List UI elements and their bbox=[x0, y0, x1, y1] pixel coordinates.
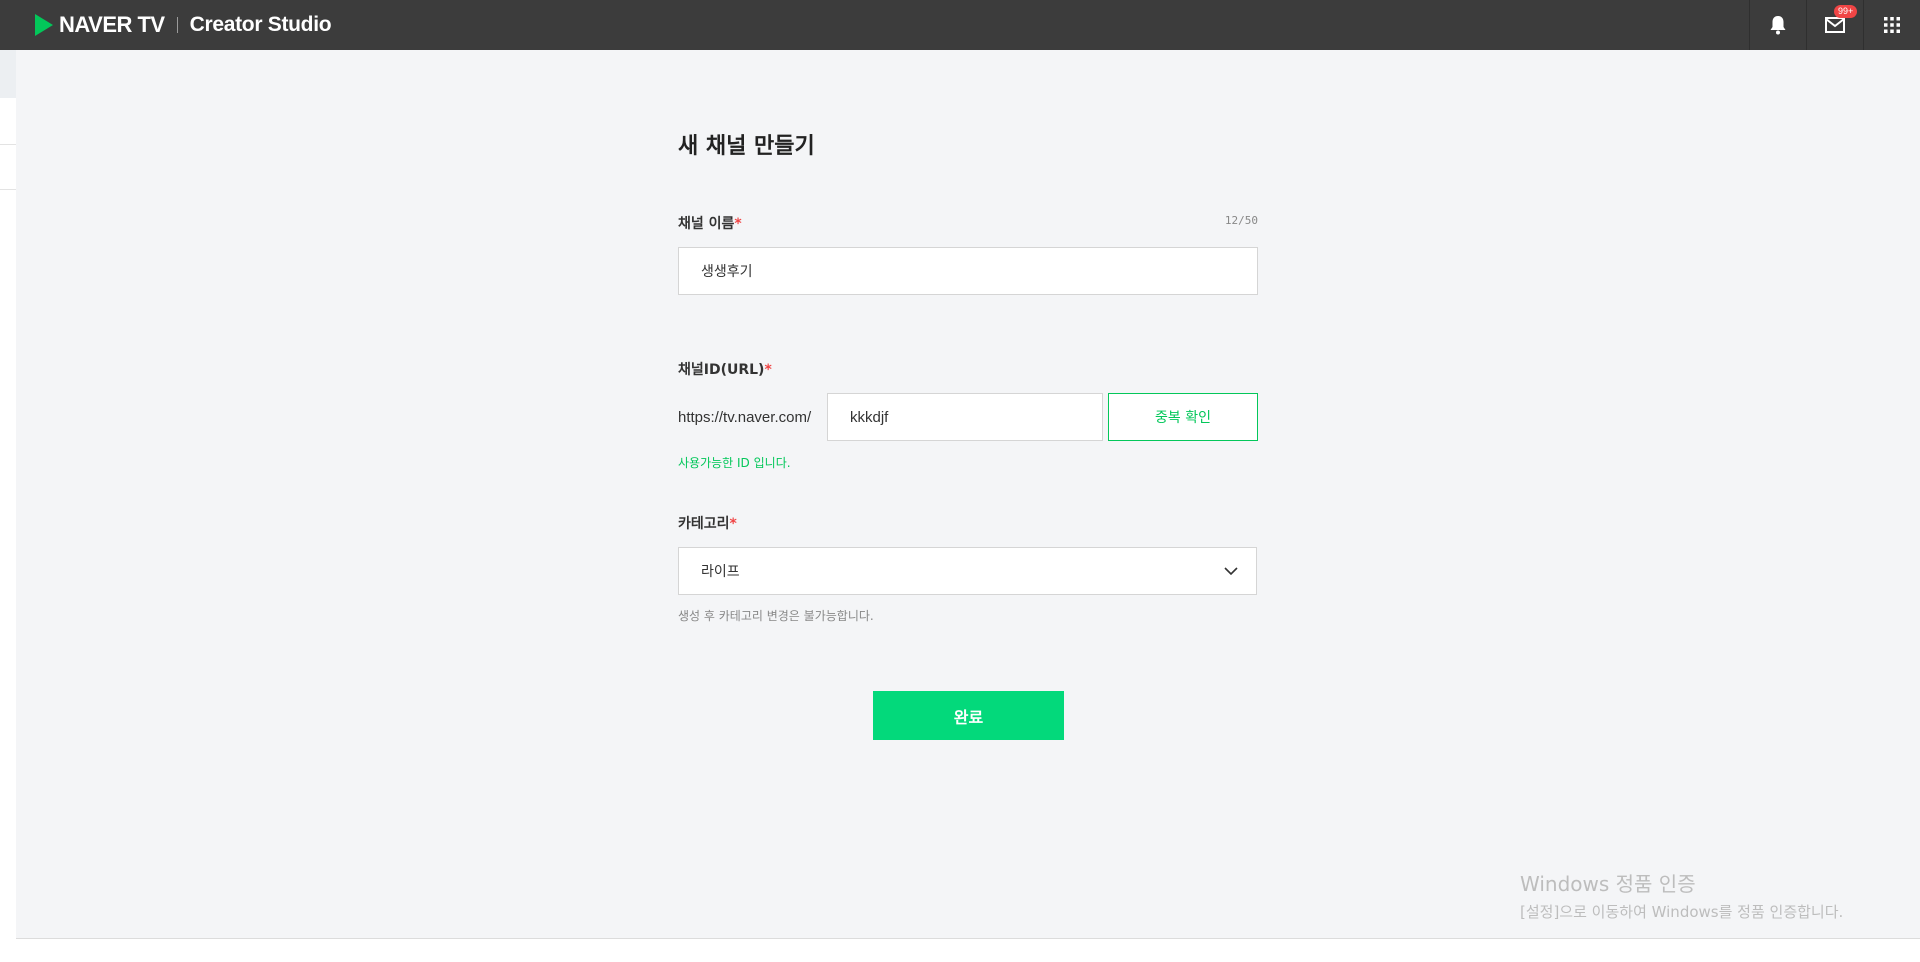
category-help-text: 생성 후 카테고리 변경은 불가능합니다. bbox=[678, 609, 874, 623]
channel-name-label: 채널 이름* bbox=[678, 213, 742, 233]
page-title: 새 채널 만들기 bbox=[678, 134, 815, 159]
channel-name-value: 생생후기 bbox=[701, 264, 753, 280]
required-mark: * bbox=[734, 216, 742, 232]
windows-activation-watermark: Windows 정품 인증 [설정]으로 이동하여 Windows를 정품 인증… bbox=[1520, 868, 1843, 922]
channel-name-input[interactable]: 생생후기 bbox=[678, 247, 1258, 295]
category-label-text: 카테고리 bbox=[678, 516, 730, 532]
top-bar: NAVER TV Creator Studio 99+ bbox=[0, 0, 1920, 50]
watermark-subtitle: [설정]으로 이동하여 Windows를 정품 인증합니다. bbox=[1520, 903, 1844, 921]
watermark-title: Windows 정품 인증 bbox=[1520, 872, 1696, 896]
duplicate-check-button[interactable]: 중복 확인 bbox=[1108, 393, 1258, 441]
chevron-down-icon bbox=[1224, 567, 1238, 576]
sidebar-divider bbox=[0, 189, 16, 190]
apps-menu-button[interactable] bbox=[1863, 0, 1920, 50]
category-selected-value: 라이프 bbox=[701, 564, 740, 580]
sidebar bbox=[0, 50, 16, 940]
brand-name: NAVER TV bbox=[59, 12, 165, 37]
id-available-message: 사용가능한 ID 입니다. bbox=[678, 456, 791, 470]
notifications-button[interactable] bbox=[1749, 0, 1806, 50]
channel-name-counter: 12/50 bbox=[1224, 214, 1258, 227]
main-content: 새 채널 만들기 채널 이름* 12/50 생생후기 채널ID(URL)* ht… bbox=[16, 50, 1920, 939]
channel-id-value: kkkdjf bbox=[850, 408, 889, 426]
channel-id-label-text: 채널ID(URL) bbox=[678, 362, 765, 378]
submit-button[interactable]: 완료 bbox=[873, 691, 1064, 740]
category-select[interactable]: 라이프 bbox=[678, 547, 1257, 595]
mail-icon bbox=[1825, 17, 1845, 33]
channel-id-input[interactable]: kkkdjf bbox=[827, 393, 1103, 441]
required-mark: * bbox=[764, 362, 772, 378]
bell-icon bbox=[1770, 16, 1786, 35]
play-logo-icon bbox=[35, 14, 53, 36]
sidebar-active-item[interactable] bbox=[0, 50, 16, 98]
mail-count-badge: 99+ bbox=[1834, 5, 1858, 18]
apps-grid-icon bbox=[1884, 17, 1900, 33]
required-mark: * bbox=[729, 516, 737, 532]
naver-tv-logo[interactable]: NAVER TV Creator Studio bbox=[35, 0, 332, 50]
category-label: 카테고리* bbox=[678, 513, 737, 533]
studio-name: Creator Studio bbox=[189, 13, 332, 36]
mail-button[interactable]: 99+ bbox=[1806, 0, 1863, 50]
logo-divider bbox=[176, 17, 178, 33]
url-prefix: https://tv.naver.com/ bbox=[678, 408, 812, 426]
sidebar-divider bbox=[0, 144, 16, 145]
top-icons: 99+ bbox=[1749, 0, 1920, 50]
channel-name-label-text: 채널 이름 bbox=[678, 216, 735, 232]
channel-id-label: 채널ID(URL)* bbox=[678, 359, 772, 379]
